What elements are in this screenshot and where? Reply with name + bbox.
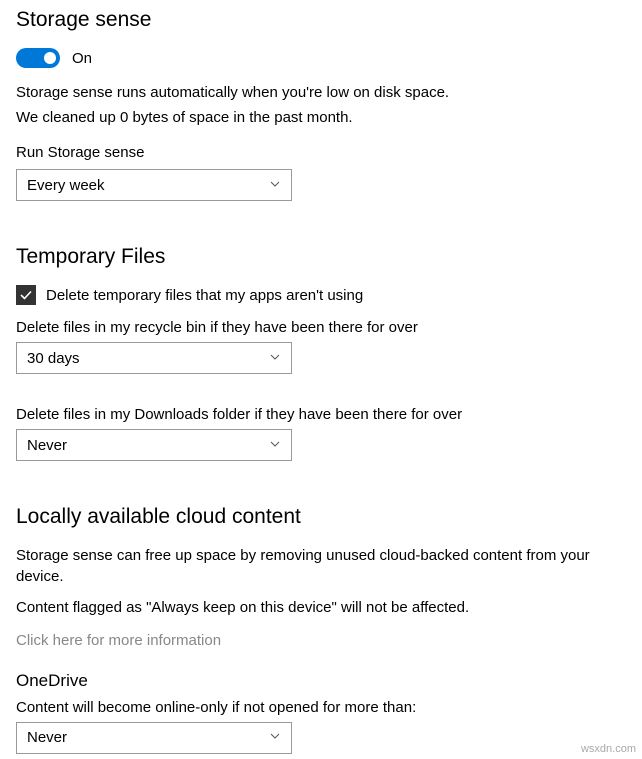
- delete-temp-checkbox-row: Delete temporary files that my apps aren…: [16, 285, 626, 305]
- chevron-down-icon: [269, 437, 281, 454]
- cloud-desc-2: Content flagged as "Always keep on this …: [16, 597, 626, 618]
- recycle-bin-label: Delete files in my recycle bin if they h…: [16, 317, 626, 338]
- storage-sense-toggle[interactable]: [16, 48, 60, 68]
- delete-temp-checkbox[interactable]: [16, 285, 36, 305]
- dropdown-value: 30 days: [27, 350, 80, 367]
- delete-temp-label: Delete temporary files that my apps aren…: [46, 287, 363, 304]
- storage-sense-desc-2: We cleaned up 0 bytes of space in the pa…: [16, 107, 626, 128]
- storage-sense-heading: Storage sense: [16, 8, 626, 32]
- dropdown-value: Every week: [27, 177, 105, 194]
- checkmark-icon: [19, 288, 33, 302]
- run-storage-sense-dropdown[interactable]: Every week: [16, 169, 292, 201]
- more-info-link[interactable]: Click here for more information: [16, 632, 221, 649]
- chevron-down-icon: [269, 729, 281, 746]
- chevron-down-icon: [269, 350, 281, 367]
- cloud-content-heading: Locally available cloud content: [16, 505, 626, 529]
- dropdown-value: Never: [27, 437, 67, 454]
- recycle-bin-dropdown[interactable]: 30 days: [16, 342, 292, 374]
- storage-sense-toggle-row: On: [16, 48, 626, 68]
- temporary-files-heading: Temporary Files: [16, 245, 626, 269]
- toggle-knob-icon: [44, 52, 56, 64]
- downloads-label: Delete files in my Downloads folder if t…: [16, 404, 626, 425]
- chevron-down-icon: [269, 177, 281, 194]
- onedrive-dropdown[interactable]: Never: [16, 722, 292, 754]
- storage-sense-desc-1: Storage sense runs automatically when yo…: [16, 82, 626, 103]
- downloads-dropdown[interactable]: Never: [16, 429, 292, 461]
- onedrive-desc: Content will become online-only if not o…: [16, 697, 626, 718]
- storage-sense-toggle-state: On: [72, 50, 92, 67]
- cloud-desc-1: Storage sense can free up space by remov…: [16, 545, 626, 587]
- watermark: wsxdn.com: [581, 743, 636, 755]
- onedrive-heading: OneDrive: [16, 669, 626, 693]
- run-storage-sense-label: Run Storage sense: [16, 142, 626, 163]
- dropdown-value: Never: [27, 729, 67, 746]
